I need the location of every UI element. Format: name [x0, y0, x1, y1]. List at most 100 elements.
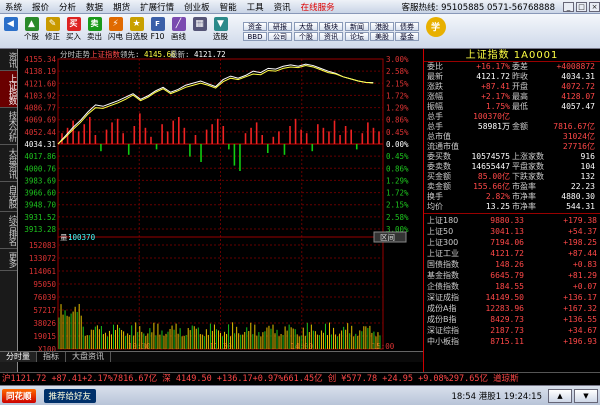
- side-tabs: 资讯 上证指数 技术分析 大盘资讯 自选股 综合排名 更多: [0, 49, 18, 372]
- index-value: 6645.79: [490, 271, 524, 280]
- quote-value: +16.17%: [476, 62, 510, 71]
- tab-market-news[interactable]: 大盘资讯: [66, 352, 111, 362]
- menu-extended[interactable]: 扩展行情: [135, 1, 179, 13]
- sector-button[interactable]: 板块: [319, 21, 343, 31]
- index-name: 企债指数: [427, 282, 459, 291]
- sep-button: ▦: [189, 15, 210, 48]
- index-row[interactable]: 企债指数 184.55 +0.07: [424, 281, 600, 292]
- close-icon[interactable]: ×: [589, 1, 600, 12]
- bbd-button[interactable]: BBD: [243, 31, 267, 41]
- menu-system[interactable]: 系统: [0, 1, 27, 13]
- watchlist-button[interactable]: ★ 自选股: [125, 15, 148, 48]
- filter-button[interactable]: ▼ 选股: [210, 15, 231, 48]
- draw-icon: ╱: [171, 16, 186, 31]
- menu-quotes[interactable]: 报价: [27, 1, 54, 13]
- menu-tools[interactable]: 工具: [242, 1, 269, 13]
- sidetab-more[interactable]: 更多: [0, 249, 17, 271]
- sell-button[interactable]: 卖卖出: [84, 15, 105, 48]
- us-button[interactable]: 美股: [370, 31, 394, 41]
- index-row[interactable]: 成份A指 12283.96 +167.32: [424, 303, 600, 314]
- quote-key: 卖金额: [427, 182, 451, 191]
- research-button[interactable]: 研报: [268, 21, 292, 31]
- vol-tick-label: 133072: [29, 254, 56, 263]
- recommend-button[interactable]: 推荐给好友: [43, 388, 97, 403]
- f10-button[interactable]: F F10: [147, 15, 168, 48]
- menu-news[interactable]: 资讯: [269, 1, 296, 13]
- company-button[interactable]: 公司: [268, 31, 292, 41]
- quote-key: [512, 142, 542, 152]
- quote-key: 均价: [427, 202, 443, 211]
- index-row[interactable]: 深证成指 14149.50 +136.17: [424, 292, 600, 303]
- edit-icon: ✎: [45, 16, 60, 31]
- intraday-chart[interactable]: 4155.34 4138.19 4121.60 4103.92 4086.77 4069.…: [18, 49, 423, 372]
- menu-futures[interactable]: 期货: [108, 1, 135, 13]
- quote-key: 委比: [427, 62, 443, 71]
- maximize-icon[interactable]: □: [576, 1, 587, 12]
- sidetab-news[interactable]: 资讯: [0, 49, 17, 71]
- index-row[interactable]: 上证180 9880.33 +179.38: [424, 215, 600, 226]
- market-button[interactable]: 大盘: [294, 21, 318, 31]
- hk-button[interactable]: 论坛: [345, 31, 369, 41]
- index-rows: 上证180 9880.33 +179.38 上证50 3041.13 +54.37 上证30…: [424, 215, 600, 347]
- draw-button[interactable]: ╱ 画线: [168, 15, 189, 48]
- quote-key: [512, 112, 542, 122]
- index-value: 9880.33: [490, 216, 524, 225]
- index-row[interactable]: 上证300 7194.06 +198.25: [424, 237, 600, 248]
- bond-button[interactable]: 债券: [395, 21, 419, 31]
- menu-online-service[interactable]: 在线服务: [296, 1, 340, 13]
- funds-button[interactable]: 资金: [243, 21, 267, 31]
- buy-button[interactable]: 买买入: [63, 15, 84, 48]
- forum-button[interactable]: 港股: [370, 21, 394, 31]
- status-btn-2[interactable]: ▼: [574, 388, 598, 403]
- tab-indicator[interactable]: 指标: [37, 352, 66, 362]
- price-tick-label: 4086.77: [24, 104, 56, 113]
- status-btn-1[interactable]: ▲: [548, 388, 572, 403]
- index-row[interactable]: 基金指数 6645.79 +81.29: [424, 270, 600, 281]
- lightning-button[interactable]: ⚡ 闪电: [105, 15, 126, 48]
- stock-info-button[interactable]: 个股: [294, 31, 318, 41]
- index-change: +0.07: [572, 282, 597, 291]
- sidetab-watchlist[interactable]: 自选股: [0, 182, 17, 212]
- quote-key: 最新: [427, 72, 443, 81]
- price-tick-label: 3983.69: [24, 176, 56, 185]
- pct-tick-label: 1.29%: [386, 104, 409, 113]
- f10-icon: F: [150, 16, 165, 31]
- info-button[interactable]: 资讯: [319, 31, 343, 41]
- index-name: 中小板指: [427, 337, 459, 346]
- quote-value: [457, 132, 512, 142]
- pct-tick-label: 2.58%: [386, 67, 409, 76]
- menu-smart[interactable]: 智能: [215, 1, 242, 13]
- pct-tick-label: 1.72%: [386, 91, 409, 100]
- news-button[interactable]: 新闻: [345, 21, 369, 31]
- quote-value: 132: [580, 172, 595, 181]
- menu-analysis[interactable]: 分析: [54, 1, 81, 13]
- index-row[interactable]: 上证50 3041.13 +54.37: [424, 226, 600, 237]
- sell-label: 卖出: [87, 31, 102, 41]
- stock-button[interactable]: ▲ 个股: [21, 15, 42, 48]
- edit-button[interactable]: ✎ 修正: [42, 15, 63, 48]
- quote-value: 4072.72: [561, 82, 595, 91]
- sidetab-ranking[interactable]: 综合排名: [0, 212, 17, 249]
- sidetab-market-news[interactable]: 大盘资讯: [0, 145, 17, 182]
- tab-volume[interactable]: 分时量: [0, 352, 37, 362]
- index-row[interactable]: 上证工业 4121.72 +87.44: [424, 248, 600, 259]
- pct-tick-label: 2.58%: [386, 213, 409, 222]
- index-row[interactable]: 成份B指 8429.73 +136.55: [424, 314, 600, 325]
- vol-tick-label: 76039: [33, 293, 56, 302]
- sidetab-tech[interactable]: 技术分析: [0, 108, 17, 145]
- time-tick-label: 15:00: [372, 342, 395, 351]
- vol-tick-label: 152083: [29, 241, 56, 250]
- menu-data[interactable]: 数据: [81, 1, 108, 13]
- lightning-icon: ⚡: [108, 16, 123, 31]
- fund-button[interactable]: 基金: [395, 31, 419, 41]
- menu-gem[interactable]: 创业板: [179, 1, 215, 13]
- index-row[interactable]: 中小板指 8715.11 +196.93: [424, 336, 600, 347]
- index-row[interactable]: 深证综指 2187.73 +34.67: [424, 325, 600, 336]
- index-row[interactable]: 国债指数 148.26 +0.83: [424, 259, 600, 270]
- back-button[interactable]: ◀: [0, 15, 21, 48]
- quote-value: +4008872: [556, 62, 595, 71]
- quote-key: 总手: [427, 122, 443, 131]
- minimize-icon[interactable]: _: [563, 1, 574, 12]
- sidetab-sh-index[interactable]: 上证指数: [0, 71, 17, 108]
- xue-button[interactable]: 学: [425, 15, 446, 48]
